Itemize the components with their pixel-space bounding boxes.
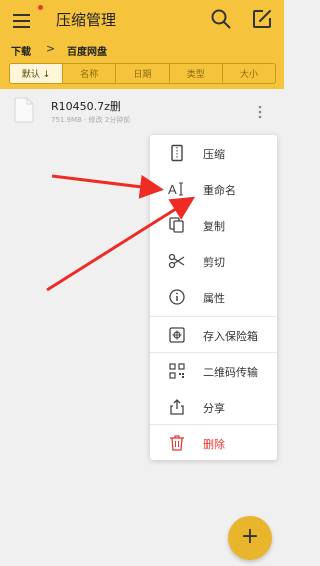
sort-bar: 默认 ↓ 名称 日期 类型 大小 (0, 59, 284, 89)
more-vertical-icon[interactable] (255, 104, 265, 120)
list-item[interactable]: R10450.7z删 751.9MB · 修改 2分钟前 (0, 89, 284, 135)
menu-item-rename[interactable]: A 重命名 (150, 171, 277, 207)
menu-item-label: 重命名 (203, 184, 236, 197)
context-menu: 压缩 A 重命名 复制 剪切 属性 存入保险箱 二维码传输 分享 删除 (150, 135, 277, 460)
menu-item-safe-box[interactable]: 存入保险箱 (150, 317, 277, 353)
menu-item-label: 压缩 (203, 148, 225, 161)
qrcode-icon (168, 362, 186, 380)
menu-item-label: 删除 (203, 438, 225, 451)
edit-icon[interactable] (251, 8, 273, 30)
breadcrumb-item-baidu-netdisk[interactable]: 百度网盘 (67, 43, 107, 58)
top-app-bar: 压缩管理 (0, 0, 284, 40)
menu-item-label: 复制 (203, 220, 225, 233)
tab-sort-name[interactable]: 名称 (63, 64, 117, 83)
menu-item-cut[interactable]: 剪切 (150, 243, 277, 279)
menu-item-label: 存入保险箱 (203, 330, 258, 343)
file-icon (14, 97, 34, 123)
menu-item-qr-transfer[interactable]: 二维码传输 (150, 353, 277, 389)
menu-item-label: 二维码传输 (203, 366, 258, 379)
menu-item-copy[interactable]: 复制 (150, 207, 277, 243)
chevron-right-icon: > (46, 42, 56, 55)
menu-item-compress[interactable]: 压缩 (150, 135, 277, 171)
svg-text:A: A (168, 182, 177, 197)
menu-item-label: 属性 (203, 292, 225, 305)
safe-icon (168, 326, 186, 344)
breadcrumb: 下载 > 百度网盘 (0, 40, 284, 59)
hamburger-menu-icon[interactable] (10, 9, 34, 31)
trash-icon (168, 434, 186, 452)
rename-icon: A (168, 180, 186, 198)
search-icon[interactable] (210, 8, 232, 30)
copy-icon (168, 216, 186, 234)
add-button[interactable]: + (228, 516, 272, 560)
breadcrumb-item-download[interactable]: 下载 (11, 43, 31, 58)
share-icon (168, 398, 186, 416)
sort-tabs: 默认 ↓ 名称 日期 类型 大小 (9, 63, 276, 84)
notification-dot (38, 5, 43, 10)
menu-item-share[interactable]: 分享 (150, 389, 277, 425)
menu-item-delete[interactable]: 删除 (150, 425, 277, 461)
tab-sort-default[interactable]: 默认 ↓ (10, 64, 64, 83)
menu-item-label: 剪切 (203, 256, 225, 269)
info-icon (168, 288, 186, 306)
file-meta: 751.9MB · 修改 2分钟前 (51, 116, 131, 124)
menu-item-label: 分享 (203, 402, 225, 415)
tab-sort-size[interactable]: 大小 (223, 64, 275, 83)
scissors-icon (168, 252, 186, 270)
compress-icon (168, 144, 186, 162)
plus-icon: + (240, 524, 260, 549)
page-title: 压缩管理 (56, 11, 117, 29)
file-name: R10450.7z删 (51, 100, 121, 113)
tab-sort-date[interactable]: 日期 (116, 64, 170, 83)
tab-sort-type[interactable]: 类型 (170, 64, 223, 83)
menu-item-properties[interactable]: 属性 (150, 279, 277, 315)
